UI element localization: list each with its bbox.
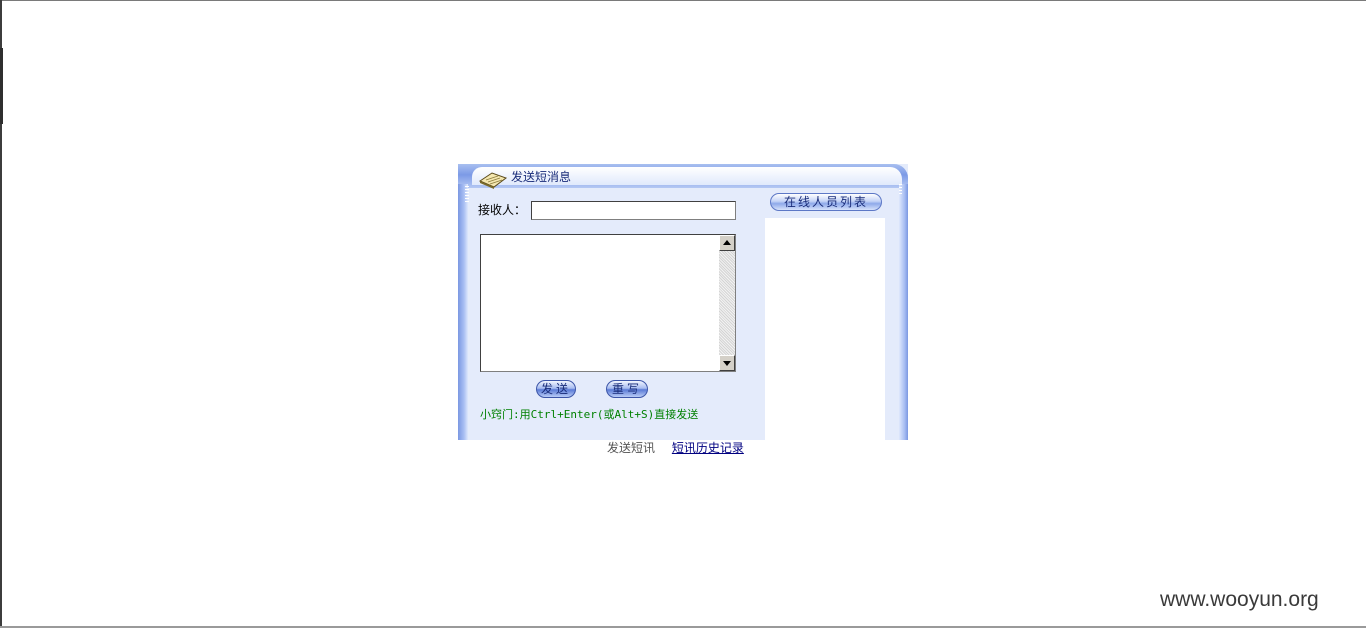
scroll-down-button[interactable] (719, 355, 735, 371)
panel-right-grip (899, 184, 902, 194)
page: 发送短消息 接收人： 发送 重写 小窍门:用Ctrl+Enter(或Alt+S)… (0, 0, 1366, 628)
recipient-label: 接收人： (478, 203, 527, 217)
watermark: www.wooyun.org (1160, 588, 1319, 611)
panel-title: 发送短消息 (511, 170, 572, 184)
footer-sms-history-link[interactable]: 短讯历史记录 (672, 441, 744, 455)
book-icon (478, 169, 508, 189)
window-left-edge-shadow (0, 48, 3, 124)
message-scrollbar[interactable] (719, 235, 735, 371)
scroll-up-button[interactable] (719, 235, 735, 251)
online-users-header: 在线人员列表 (770, 193, 882, 211)
window-top-border (0, 0, 1366, 1)
online-users-list[interactable] (765, 218, 885, 440)
shortcut-tip: 小窍门:用Ctrl+Enter(或Alt+S)直接发送 (480, 408, 699, 421)
scroll-down-arrow-icon (723, 361, 731, 366)
scroll-up-arrow-icon (723, 240, 731, 245)
footer-send-sms: 发送短讯 (607, 441, 656, 455)
panel-left-grip (465, 186, 469, 204)
footer-nav: 发送短讯 短讯历史记录 (607, 441, 744, 455)
message-textarea[interactable] (480, 234, 736, 372)
panel-left-rail (458, 184, 468, 440)
reset-button[interactable]: 重写 (606, 380, 648, 398)
send-message-panel: 发送短消息 接收人： 发送 重写 小窍门:用Ctrl+Enter(或Alt+S)… (458, 164, 908, 440)
send-button[interactable]: 发送 (536, 380, 576, 398)
recipient-input[interactable] (531, 201, 736, 220)
panel-right-rail (899, 184, 908, 440)
